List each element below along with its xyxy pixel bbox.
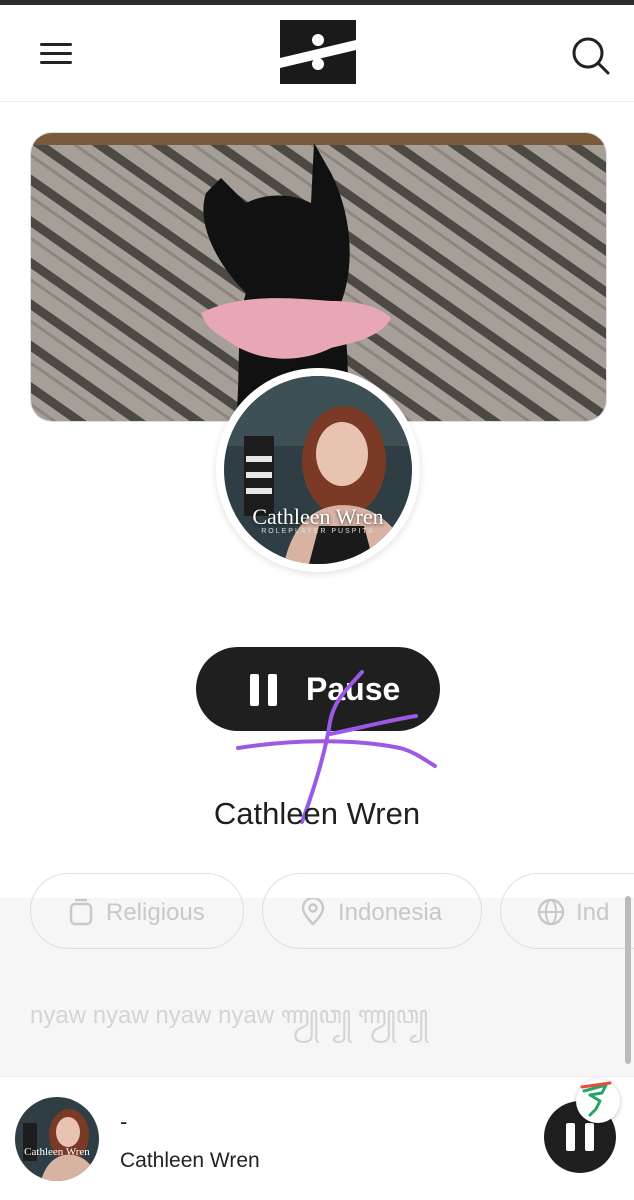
pause-button-label: Pause (306, 671, 401, 707)
track-title: - (120, 1109, 128, 1134)
flowchart-badge-icon[interactable] (576, 1079, 620, 1123)
menu-line (40, 61, 72, 64)
profile-name: Cathleen Wren (213, 796, 421, 831)
profile-avatar[interactable]: Cathleen Wren ROLEPLAYER PUSPITA (216, 368, 420, 572)
chip-label: Religious (106, 899, 205, 926)
avatar-subcaption: ROLEPLAYER PUSPITA (261, 528, 375, 535)
track-artist: Cathleen Wren (120, 1149, 260, 1172)
chip-label: Ind (576, 899, 610, 926)
globe-icon (537, 898, 565, 926)
pause-icon (250, 674, 280, 706)
chip-label: Indonesia (338, 899, 443, 926)
player-artwork: Cathleen Wren (15, 1097, 99, 1181)
pause-button[interactable]: Pause (196, 647, 440, 731)
location-pin-icon (301, 898, 325, 926)
scrollbar[interactable] (625, 896, 631, 1064)
brand-logo-icon[interactable] (280, 20, 356, 84)
top-header (0, 5, 634, 102)
jar-icon (69, 898, 93, 926)
menu-line (40, 52, 72, 55)
menu-line (40, 43, 72, 46)
mini-player[interactable]: Cathleen Wren - Cathleen Wren (0, 1076, 634, 1200)
avatar-caption: Cathleen Wren (252, 504, 384, 529)
chip-religious[interactable]: Religious (30, 873, 244, 949)
profile-screen: Cathleen Wren ROLEPLAYER PUSPITA Pause C… (0, 0, 634, 1200)
player-artwork-caption: Cathleen Wren (24, 1146, 90, 1158)
avatar-image: Cathleen Wren ROLEPLAYER PUSPITA (224, 376, 412, 564)
profile-bio: nyaw nyaw nyaw nyaw ꦟꦾꦮ꧀ ꦟꦾꦮ꧀ (30, 1002, 429, 1029)
search-icon[interactable] (568, 33, 612, 77)
chip-language[interactable]: Ind (500, 873, 634, 949)
hamburger-menu-icon[interactable] (36, 35, 78, 71)
chip-indonesia[interactable]: Indonesia (262, 873, 482, 949)
